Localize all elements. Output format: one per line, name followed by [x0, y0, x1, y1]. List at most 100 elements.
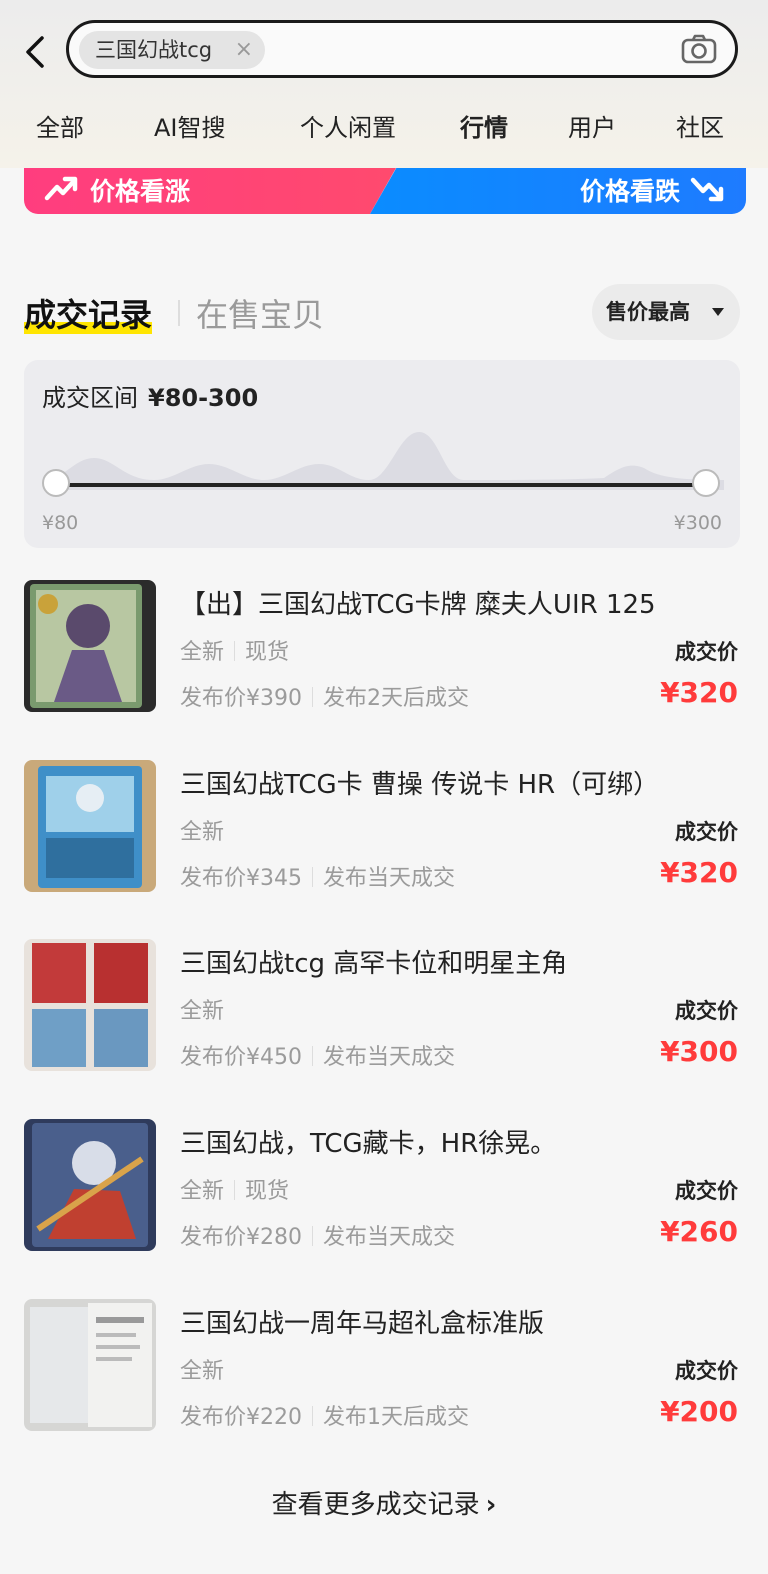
- view-more-records-link[interactable]: 查看更多成交记录 ›: [0, 1484, 768, 1521]
- record-price: ¥200: [660, 1395, 738, 1428]
- camera-search-button[interactable]: [681, 33, 717, 65]
- range-slider-track: [58, 483, 708, 487]
- top-bar: 三国幻战tcg × 全部 AI智搜 个人闲置 行情 用户 社区: [0, 0, 768, 168]
- caret-down-icon: [712, 308, 724, 316]
- tab-on-sale[interactable]: 在售宝贝: [196, 290, 324, 336]
- record-sold-after: 发布当天成交: [323, 866, 456, 891]
- tab-users[interactable]: 用户: [568, 108, 616, 143]
- range-min-label: ¥80: [42, 512, 79, 534]
- range-min-handle[interactable]: [42, 469, 70, 497]
- tag-divider: [234, 641, 236, 661]
- record-condition: 全新: [180, 820, 225, 845]
- chevron-right-icon: ›: [485, 1490, 497, 1520]
- search-box[interactable]: 三国幻战tcg ×: [66, 20, 738, 78]
- record-list-price: 发布价¥390: [180, 686, 302, 711]
- meta-divider: [312, 687, 313, 707]
- record-sold-after: 发布当天成交: [323, 1225, 456, 1250]
- meta-divider: [312, 867, 313, 887]
- record-tags: 全新 现货: [180, 634, 289, 666]
- record-meta: 发布价¥280 发布当天成交: [180, 1219, 455, 1251]
- record-meta: 发布价¥390 发布2天后成交: [180, 680, 469, 712]
- price-up-label: 价格看涨: [90, 177, 191, 206]
- record-condition: 全新: [180, 999, 225, 1024]
- range-title-label: 成交区间: [42, 384, 138, 412]
- record-condition: 全新: [180, 1359, 225, 1384]
- record-price-label: 成交价: [675, 1179, 738, 1203]
- meta-divider: [312, 1406, 313, 1426]
- trending-down-icon: [690, 177, 724, 202]
- record-tags: 全新: [180, 814, 224, 846]
- record-thumbnail: [24, 939, 156, 1071]
- sort-dropdown[interactable]: 售价最高: [592, 284, 740, 340]
- meta-divider: [312, 1046, 313, 1066]
- record-thumbnail: [24, 1119, 156, 1251]
- record-title: 三国幻战tcg 高罕卡位和明星主角: [180, 949, 568, 979]
- record-price: ¥300: [660, 1035, 738, 1068]
- record-stock: 现货: [245, 1179, 290, 1204]
- record-item[interactable]: 三国幻战tcg 高罕卡位和明星主角 全新 发布价¥450 发布当天成交 成交价 ¥…: [0, 939, 768, 1071]
- record-tags: 全新: [180, 993, 224, 1025]
- record-item[interactable]: 三国幻战TCG卡 曹操 传说卡 HR（可绑） 全新 发布价¥345 发布当天成交 …: [0, 760, 768, 892]
- price-down-label: 价格看跌: [579, 177, 680, 206]
- record-price-label: 成交价: [675, 1359, 738, 1383]
- record-item[interactable]: 三国幻战，TCG藏卡，HR徐晃。 全新 现货 发布价¥280 发布当天成交 成交价 …: [0, 1119, 768, 1251]
- price-distribution-wave: [44, 432, 724, 490]
- record-price: ¥260: [660, 1215, 738, 1248]
- search-query-text: 三国幻战tcg: [95, 38, 213, 62]
- section-header: 成交记录 在售宝贝 售价最高: [24, 284, 744, 344]
- record-list-price: 发布价¥280: [180, 1225, 302, 1250]
- record-list-price: 发布价¥450: [180, 1045, 302, 1070]
- records-tab-label: 成交记录: [24, 296, 153, 334]
- tab-ai-search[interactable]: AI智搜: [154, 108, 226, 143]
- record-price: ¥320: [660, 676, 738, 709]
- clear-query-icon[interactable]: ×: [235, 31, 253, 69]
- record-price-label: 成交价: [675, 999, 738, 1023]
- record-meta: 发布价¥345 发布当天成交: [180, 860, 455, 892]
- record-thumbnail: [24, 580, 156, 712]
- price-range-card: 成交区间 ¥80-300 ¥80 ¥300: [24, 360, 740, 548]
- section-divider: [178, 300, 180, 326]
- record-sold-after: 发布2天后成交: [323, 686, 469, 711]
- tab-market[interactable]: 行情: [460, 108, 508, 143]
- record-list-price: 发布价¥345: [180, 866, 302, 891]
- record-meta: 发布价¥450 发布当天成交: [180, 1039, 455, 1071]
- record-price-label: 成交价: [675, 820, 738, 844]
- record-title: 三国幻战一周年马超礼盒标准版: [180, 1309, 545, 1339]
- record-title: 三国幻战，TCG藏卡，HR徐晃。: [180, 1129, 557, 1159]
- camera-icon: [681, 34, 717, 64]
- view-more-label: 查看更多成交记录: [271, 1490, 480, 1520]
- range-max-handle[interactable]: [692, 469, 720, 497]
- record-meta: 发布价¥220 发布1天后成交: [180, 1399, 469, 1431]
- record-item[interactable]: 三国幻战一周年马超礼盒标准版 全新 发布价¥220 发布1天后成交 成交价 ¥20…: [0, 1299, 768, 1431]
- search-tabs: 全部 AI智搜 个人闲置 行情 用户 社区: [0, 108, 768, 152]
- search-query-chip[interactable]: 三国幻战tcg ×: [79, 31, 265, 69]
- back-button[interactable]: [20, 32, 54, 72]
- record-item[interactable]: 【出】三国幻战TCG卡牌 糜夫人UIR 125 全新 现货 发布价¥390 发布2天…: [0, 580, 768, 712]
- sort-label: 售价最高: [606, 300, 690, 324]
- record-price: ¥320: [660, 856, 738, 889]
- tab-all[interactable]: 全部: [36, 108, 84, 143]
- record-list-price: 发布价¥220: [180, 1405, 302, 1430]
- range-title: 成交区间 ¥80-300: [42, 378, 258, 413]
- record-sold-after: 发布当天成交: [323, 1045, 456, 1070]
- record-price-label: 成交价: [675, 640, 738, 664]
- tab-personal-idle[interactable]: 个人闲置: [300, 108, 396, 143]
- record-condition: 全新: [180, 640, 225, 665]
- price-up-button[interactable]: 价格看涨: [24, 168, 396, 214]
- tab-market-label: 行情: [460, 114, 508, 142]
- tag-divider: [234, 1180, 236, 1200]
- record-title: 【出】三国幻战TCG卡牌 糜夫人UIR 125: [180, 590, 656, 620]
- meta-divider: [312, 1226, 313, 1246]
- range-max-label: ¥300: [673, 512, 722, 534]
- range-value: ¥80-300: [148, 384, 259, 412]
- record-tags: 全新 现货: [180, 1173, 289, 1205]
- price-down-button[interactable]: 价格看跌: [370, 168, 746, 214]
- record-condition: 全新: [180, 1179, 225, 1204]
- tab-transaction-records[interactable]: 成交记录: [24, 290, 153, 336]
- record-sold-after: 发布1天后成交: [323, 1405, 469, 1430]
- tab-community[interactable]: 社区: [676, 108, 724, 143]
- record-title: 三国幻战TCG卡 曹操 传说卡 HR（可绑）: [180, 770, 660, 800]
- record-tags: 全新: [180, 1353, 224, 1385]
- record-thumbnail: [24, 760, 156, 892]
- trending-up-icon: [44, 176, 78, 201]
